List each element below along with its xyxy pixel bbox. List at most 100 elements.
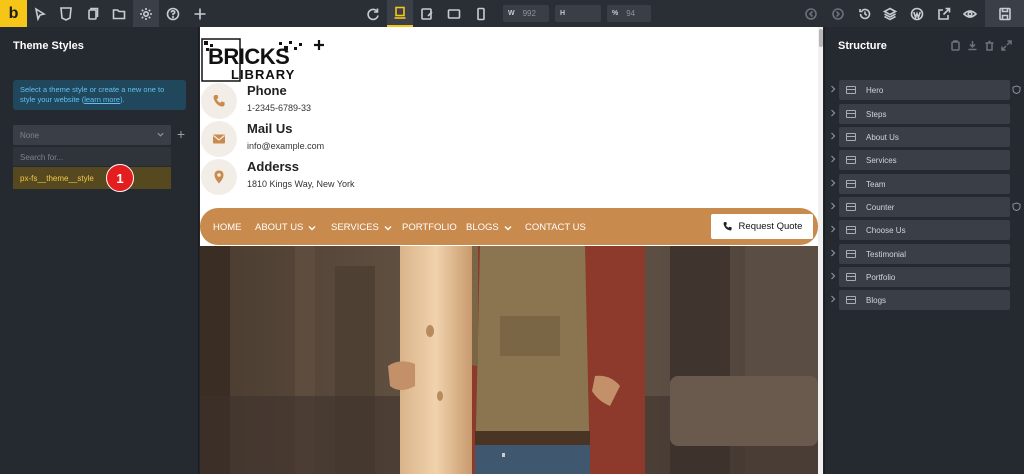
expand-icon[interactable] — [1001, 40, 1012, 51]
height-field[interactable]: H — [555, 5, 601, 22]
nav-about-us[interactable]: ABOUT US — [255, 222, 316, 233]
chevron-right-icon[interactable] — [830, 272, 836, 280]
section-icon — [846, 226, 856, 234]
structure-item-steps[interactable]: Steps — [839, 104, 1010, 124]
structure-item-counter[interactable]: Counter — [839, 197, 1010, 217]
structure-item-testimonial[interactable]: Testimonial — [839, 244, 1010, 264]
nav-home[interactable]: HOME — [213, 222, 242, 233]
clipboard-icon[interactable] — [950, 40, 961, 51]
chevron-right-icon[interactable] — [830, 85, 836, 93]
pages-icon[interactable] — [80, 0, 106, 27]
hero-image — [200, 246, 818, 474]
structure-item-portfolio[interactable]: Portfolio — [839, 267, 1010, 287]
chevron-down-icon — [308, 225, 316, 230]
chevron-right-icon[interactable] — [830, 202, 836, 210]
chevron-right-icon[interactable] — [830, 132, 836, 140]
nav-label: BLOGS — [466, 222, 499, 233]
trash-icon[interactable] — [984, 40, 995, 51]
mobile-icon[interactable] — [468, 0, 494, 27]
layers-icon[interactable] — [877, 0, 903, 27]
contact-value: info@example.com — [247, 141, 325, 151]
hero-worker-photo — [200, 246, 818, 474]
structure-item-about-us[interactable]: About Us — [839, 127, 1010, 147]
download-icon[interactable] — [967, 40, 978, 51]
learn-more-link[interactable]: learn more — [84, 95, 120, 104]
chevron-right-icon[interactable] — [830, 109, 836, 117]
section-icon — [846, 133, 856, 141]
canvas-scrollbar[interactable] — [818, 27, 823, 474]
structure-panel: Structure Hero Steps About Us Services T… — [824, 27, 1024, 474]
dropdown-option[interactable]: px-fs__theme__style — [13, 167, 171, 189]
css-icon[interactable] — [53, 0, 79, 27]
logo-text-bottom: LIBRARY — [231, 67, 295, 82]
tablet-portrait-icon[interactable] — [441, 0, 467, 27]
builder-canvas: BRICKS LIBRARY Phone 1-2345-6789-33 Mail… — [200, 27, 823, 474]
settings-gear-icon[interactable] — [133, 0, 159, 27]
contact-mail: Mail Us info@example.com — [200, 120, 500, 158]
refresh-icon[interactable] — [360, 0, 386, 27]
dropdown-search-input[interactable]: Search for... — [13, 147, 171, 167]
logo-text-top: BRICKS — [208, 44, 289, 69]
panel-title: Structure — [838, 40, 887, 52]
contact-title: Adderss — [247, 159, 300, 174]
logo-letter: b — [8, 4, 19, 22]
condition-shield-icon — [1012, 85, 1021, 94]
structure-item-label: Blogs — [866, 295, 887, 305]
structure-item-blogs[interactable]: Blogs — [839, 290, 1010, 310]
add-element-icon[interactable] — [187, 0, 213, 27]
chevron-down-icon — [384, 225, 392, 230]
add-theme-style-button[interactable]: + — [174, 126, 188, 142]
location-pin-icon — [201, 159, 237, 195]
structure-item-label: Choose Us — [866, 225, 906, 235]
zoom-label: % — [612, 10, 619, 17]
nav-label: CONTACT US — [525, 222, 586, 233]
structure-item-label: About Us — [866, 132, 899, 142]
theme-style-select[interactable]: None — [13, 125, 171, 145]
request-quote-button[interactable]: Request Quote — [711, 214, 813, 239]
select-element-icon[interactable] — [27, 0, 53, 27]
contact-address: Adderss 1810 Kings Way, New York — [200, 158, 500, 196]
chevron-right-icon[interactable] — [830, 155, 836, 163]
preview-eye-icon[interactable] — [957, 0, 983, 27]
width-field[interactable]: W 992 — [503, 5, 549, 22]
nav-portfolio[interactable]: PORTFOLIO — [402, 222, 457, 233]
zoom-field[interactable]: % 94 — [607, 5, 651, 22]
desktop-breakpoint-icon[interactable] — [387, 0, 413, 27]
contact-title: Phone — [247, 83, 287, 98]
chevron-right-icon[interactable] — [830, 179, 836, 187]
scroll-thumb[interactable] — [819, 29, 823, 47]
redo-icon[interactable] — [825, 0, 851, 27]
nav-contact-us[interactable]: CONTACT US — [525, 222, 586, 233]
bricks-library-logo: BRICKS LIBRARY — [201, 38, 324, 82]
tablet-landscape-icon[interactable] — [414, 0, 440, 27]
nav-label: PORTFOLIO — [402, 222, 457, 233]
chevron-right-icon[interactable] — [830, 225, 836, 233]
chevron-right-icon[interactable] — [830, 295, 836, 303]
section-icon — [846, 296, 856, 304]
structure-item-team[interactable]: Team — [839, 174, 1010, 194]
structure-item-label: Testimonial — [866, 249, 907, 259]
help-icon[interactable] — [160, 0, 186, 27]
structure-item-hero[interactable]: Hero — [839, 80, 1010, 100]
theme-style-dropdown: Search for... px-fs__theme__style — [13, 147, 171, 189]
structure-item-services[interactable]: Services — [839, 150, 1010, 170]
save-icon[interactable] — [985, 0, 1024, 27]
section-icon — [846, 180, 856, 188]
nav-services[interactable]: SERVICES — [331, 222, 392, 233]
wordpress-icon[interactable] — [904, 0, 930, 27]
undo-icon[interactable] — [798, 0, 824, 27]
folder-icon[interactable] — [106, 0, 132, 27]
open-external-icon[interactable] — [931, 0, 957, 27]
nav-blogs[interactable]: BLOGS — [466, 222, 512, 233]
contact-phone: Phone 1-2345-6789-33 — [200, 82, 500, 120]
structure-item-label: Hero — [866, 85, 884, 95]
theme-styles-panel: Theme Styles Select a theme style or cre… — [0, 27, 199, 474]
history-icon[interactable] — [852, 0, 878, 27]
chevron-right-icon[interactable] — [830, 249, 836, 257]
section-icon — [846, 156, 856, 164]
structure-item-choose-us[interactable]: Choose Us — [839, 220, 1010, 240]
bricks-logo-button[interactable]: b — [0, 0, 27, 27]
mail-icon — [201, 121, 237, 157]
section-icon — [846, 110, 856, 118]
zoom-value: 94 — [626, 9, 636, 18]
